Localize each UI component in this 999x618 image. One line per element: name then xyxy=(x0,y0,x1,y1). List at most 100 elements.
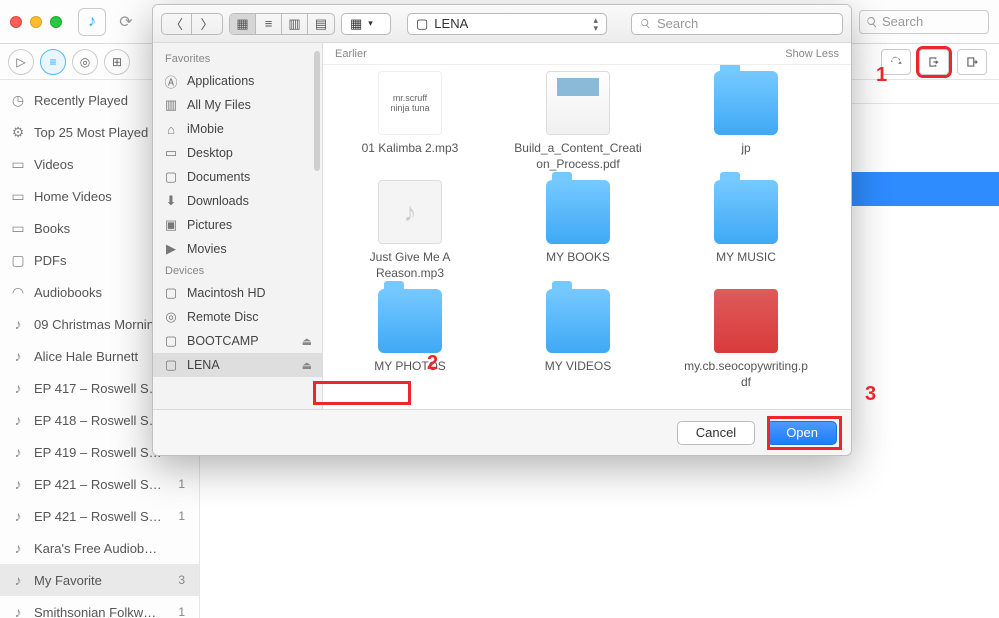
favorites-item[interactable]: ▣ Pictures xyxy=(153,213,322,237)
file-item[interactable]: Build_a_Content_Creation_Process.pdf xyxy=(503,71,653,172)
disc-icon: ◎ xyxy=(163,309,179,325)
file-grid: mr.scruffninja tuna 01 Kalimba 2.mp3 Bui… xyxy=(323,65,851,409)
devices-item-label: BOOTCAMP xyxy=(187,334,294,348)
app-search-input[interactable]: Search xyxy=(859,10,989,34)
favorites-item[interactable]: ▢ Documents xyxy=(153,165,322,189)
chevron-down-icon: ▾ xyxy=(368,18,373,29)
dialog-search-placeholder: Search xyxy=(657,16,698,31)
column-view-button[interactable]: ▥ xyxy=(282,14,308,34)
file-item[interactable]: MY BOOKS xyxy=(503,180,653,281)
favorites-item[interactable]: ⬇ Downloads xyxy=(153,189,322,213)
devices-item[interactable]: ◎ Remote Disc xyxy=(153,305,322,329)
eject-icon[interactable]: ⏏ xyxy=(302,335,312,348)
music-icon: ♪ xyxy=(10,476,26,492)
dialog-search-input[interactable]: Search xyxy=(631,13,843,35)
location-dropdown[interactable]: ▢ LENA ▴▾ xyxy=(407,13,607,35)
export-button[interactable] xyxy=(957,49,987,75)
back-button[interactable]: 〈 xyxy=(162,14,192,34)
file-thumbnail xyxy=(546,71,610,135)
sidebar-item-label: Smithsonian Folkw… xyxy=(34,605,170,618)
export-icon xyxy=(965,55,979,69)
zoom-window-icon[interactable] xyxy=(50,16,62,28)
files-icon: ▥ xyxy=(163,97,179,113)
sidebar-item[interactable]: ♪ EP 421 – Roswell S… 1 xyxy=(0,468,199,500)
favorites-item-label: iMobie xyxy=(187,122,312,136)
sidebar-item[interactable]: ♪ My Favorite 3 xyxy=(0,564,199,596)
open-button[interactable]: Open xyxy=(767,421,837,445)
file-thumbnail xyxy=(546,180,610,244)
search-icon xyxy=(640,18,651,29)
refresh-titlebar-icon[interactable]: ⟳ xyxy=(112,8,140,36)
sidebar-item[interactable]: ♪ Kara's Free Audiob… xyxy=(0,532,199,564)
scrollbar[interactable] xyxy=(314,51,320,171)
minimize-window-icon[interactable] xyxy=(30,16,42,28)
traffic-lights xyxy=(10,16,62,28)
favorites-item[interactable]: ▶ Movies xyxy=(153,237,322,261)
play-tab-icon[interactable]: ▷ xyxy=(8,49,34,75)
favorites-item-label: All My Files xyxy=(187,98,312,112)
file-item[interactable]: MY VIDEOS xyxy=(503,289,653,390)
apps-tab-icon[interactable]: ⊞ xyxy=(104,49,130,75)
view-mode-segment: ▦ ≡ ▥ ▤ xyxy=(229,13,335,35)
import-icon xyxy=(927,55,941,69)
doc-icon: ▢ xyxy=(10,252,26,269)
music-icon: ♪ xyxy=(10,572,26,588)
location-name: LENA xyxy=(434,16,468,31)
music-icon: ♪ xyxy=(10,604,26,618)
favorites-item[interactable]: ▥ All My Files xyxy=(153,93,322,117)
open-file-dialog: 〈 〉 ▦ ≡ ▥ ▤ ▦ ▾ ▢ LENA ▴▾ Search Favorit… xyxy=(152,4,852,456)
favorites-item[interactable]: Ⓐ Applications xyxy=(153,69,322,93)
close-window-icon[interactable] xyxy=(10,16,22,28)
file-item[interactable]: MY PHOTOS xyxy=(335,289,485,390)
file-name: my.cb.seocopywriting.pdf xyxy=(681,359,811,390)
hdd-icon: ▢ xyxy=(163,357,179,373)
refresh-button[interactable] xyxy=(881,49,911,75)
sidebar-item-label: EP 421 – Roswell S… xyxy=(34,477,170,492)
sidebar-item[interactable]: ♪ Smithsonian Folkw… 1 xyxy=(0,596,199,618)
drive-icon: ▢ xyxy=(416,16,428,32)
file-item[interactable]: ♪ Just Give Me A Reason.mp3 xyxy=(335,180,485,281)
file-thumbnail xyxy=(546,289,610,353)
pic-icon: ▣ xyxy=(163,217,179,233)
devices-item[interactable]: ▢ BOOTCAMP ⏏ xyxy=(153,329,322,353)
devices-item-label: Macintosh HD xyxy=(187,286,312,300)
sidebar-item[interactable]: ♪ EP 421 – Roswell S… 1 xyxy=(0,500,199,532)
group-by-dropdown[interactable]: ▦ ▾ xyxy=(341,13,391,35)
file-item[interactable]: my.cb.seocopywriting.pdf xyxy=(671,289,821,390)
list-tab-icon[interactable]: ≡ xyxy=(40,49,66,75)
import-button[interactable] xyxy=(919,49,949,75)
file-browser: Earlier Show Less mr.scruffninja tuna 01… xyxy=(323,43,851,409)
search-placeholder: Search xyxy=(882,14,923,29)
file-thumbnail xyxy=(714,71,778,135)
sidebar-item-count: 3 xyxy=(178,573,189,587)
favorites-header: Favorites xyxy=(153,49,322,69)
file-item[interactable]: mr.scruffninja tuna 01 Kalimba 2.mp3 xyxy=(335,71,485,172)
icon-view-button[interactable]: ▦ xyxy=(230,14,256,34)
eject-icon[interactable]: ⏏ xyxy=(302,359,312,372)
music-app-icon[interactable]: ♪ xyxy=(78,8,106,36)
devices-item[interactable]: ▢ LENA ⏏ xyxy=(153,353,322,377)
gallery-view-button[interactable]: ▤ xyxy=(308,14,334,34)
app-icon: Ⓐ xyxy=(163,72,179,91)
forward-button[interactable]: 〉 xyxy=(192,14,222,34)
music-icon: ♪ xyxy=(10,444,26,460)
video-icon: ▭ xyxy=(10,188,26,205)
file-thumbnail: mr.scruffninja tuna xyxy=(378,71,442,135)
list-view-button[interactable]: ≡ xyxy=(256,14,282,34)
favorites-item-label: Desktop xyxy=(187,146,312,160)
section-label: Earlier xyxy=(335,48,367,60)
sidebar-item-count: 1 xyxy=(178,509,189,523)
disc-tab-icon[interactable]: ◎ xyxy=(72,49,98,75)
devices-item[interactable]: ▢ Macintosh HD xyxy=(153,281,322,305)
favorites-item-label: Downloads xyxy=(187,194,312,208)
cancel-button[interactable]: Cancel xyxy=(677,421,755,445)
file-section-header: Earlier Show Less xyxy=(323,43,851,65)
hdd-icon: ▢ xyxy=(163,333,179,349)
file-item[interactable]: MY MUSIC xyxy=(671,180,821,281)
file-item[interactable]: jp xyxy=(671,71,821,172)
favorites-item[interactable]: ▭ Desktop xyxy=(153,141,322,165)
show-less-link[interactable]: Show Less xyxy=(785,48,839,60)
finder-sidebar: Favorites Ⓐ Applications▥ All My Files⌂ … xyxy=(153,43,323,409)
file-name: MY BOOKS xyxy=(513,250,643,266)
favorites-item[interactable]: ⌂ iMobie xyxy=(153,117,322,141)
